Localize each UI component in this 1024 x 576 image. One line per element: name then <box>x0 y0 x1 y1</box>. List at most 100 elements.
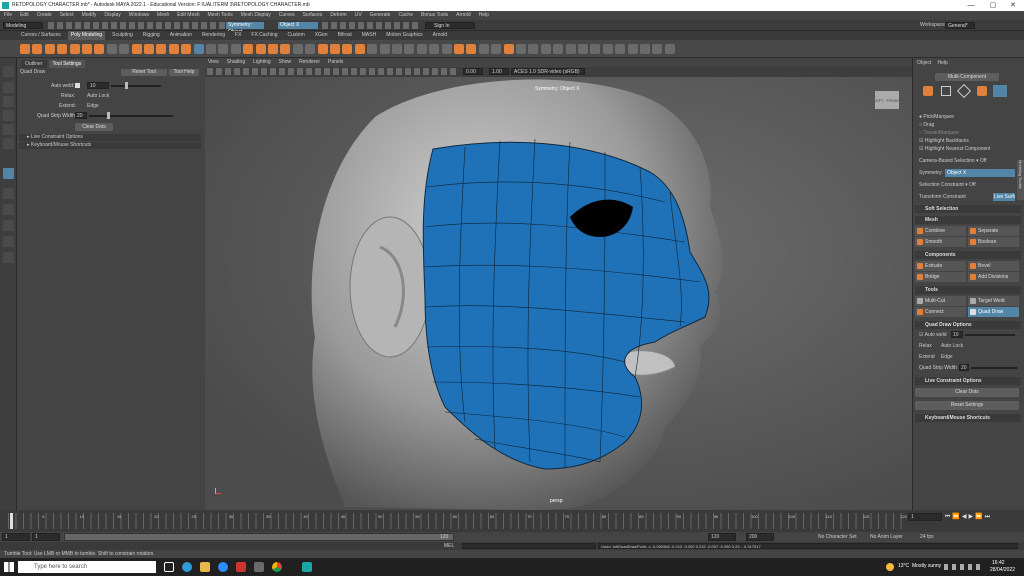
menu-deform[interactable]: Deform <box>330 11 346 20</box>
drag-option[interactable]: ○ Drag <box>919 122 934 129</box>
transform-constraint-dropdown[interactable]: Live Surface <box>993 193 1015 201</box>
menu-create[interactable]: Create <box>37 11 52 20</box>
time-slider[interactable]: 5 10 15 20 25 30 35 40 45 50 55 60 65 70 75 80 85 90 95 100… <box>0 510 1024 532</box>
workspace-dropdown[interactable]: General* <box>945 22 975 29</box>
current-frame-field[interactable]: 1 <box>908 513 942 521</box>
extend-dropdown[interactable]: Edge <box>87 103 99 110</box>
shelf-tool-icon[interactable] <box>652 44 663 54</box>
exposure-field[interactable]: 0.00 <box>463 68 483 75</box>
combine-button[interactable]: Combine <box>915 226 966 236</box>
auto-weld-slider-r[interactable] <box>965 334 1015 336</box>
symmetry-dropdown[interactable]: Symmetry: Object <box>226 22 264 35</box>
shelf-tool-icon[interactable] <box>255 44 266 54</box>
auto-weld-field-r[interactable]: 10 <box>951 331 963 338</box>
layout-four-icon[interactable] <box>3 204 14 215</box>
relax-dropdown[interactable]: Auto Lock <box>87 93 109 100</box>
outliner-icon[interactable] <box>3 236 14 247</box>
shelf-tab-mash[interactable]: MASH <box>359 31 379 40</box>
edge-mode-icon[interactable] <box>956 83 972 99</box>
shelf-tab-motion-graphics[interactable]: Motion Graphics <box>383 31 425 40</box>
shelf-tool-icon[interactable] <box>602 44 613 54</box>
shelf-tool-icon[interactable] <box>416 44 427 54</box>
chrome-icon[interactable] <box>272 562 282 572</box>
quad-draw-button[interactable]: Quad Draw <box>968 307 1019 317</box>
object-mode-icon[interactable] <box>923 86 933 96</box>
shelf-tool-icon[interactable] <box>156 44 167 54</box>
shelf-tool-icon[interactable] <box>392 44 402 54</box>
shelf-tab-arnold[interactable]: Arnold <box>430 31 450 40</box>
shelf-tab-rigging[interactable]: Rigging <box>140 31 163 40</box>
quad-strip-field-r[interactable]: 20 <box>959 364 969 371</box>
reset-settings-button[interactable]: Reset Settings <box>915 401 1019 410</box>
symmetry-dropdown-r[interactable]: Object X <box>945 169 1015 177</box>
menu-mesh-tools[interactable]: Mesh Tools <box>208 11 233 20</box>
live-constraint-section-r[interactable]: Live Constraint Options <box>915 377 1021 385</box>
tab-object[interactable]: Object <box>917 60 931 66</box>
shelf-tool-icon[interactable] <box>330 44 340 54</box>
maximize-button[interactable]: ▢ <box>982 0 1004 11</box>
file-explorer-icon[interactable] <box>200 562 210 572</box>
menu-windows[interactable]: Windows <box>129 11 149 20</box>
anim-layer-dropdown[interactable]: No Anim Layer <box>870 534 903 541</box>
shelf-tool-icon[interactable] <box>82 44 92 54</box>
modeling-toolkit-side-tab[interactable]: Modeling Toolkit <box>1017 160 1024 200</box>
start-frame-field[interactable]: 1 <box>2 533 30 541</box>
bevel-button[interactable]: Bevel <box>968 261 1019 271</box>
shelf-tool-icon[interactable] <box>640 44 650 54</box>
clear-dots-button-r[interactable]: Clear Dots <box>915 388 1019 397</box>
minimize-button[interactable]: — <box>960 0 982 11</box>
menu-mesh[interactable]: Mesh <box>157 11 169 20</box>
scale-tool-icon[interactable] <box>3 138 14 149</box>
shelf-tool-icon[interactable] <box>119 44 130 54</box>
menu-bonus-tools[interactable]: Bonus Tools <box>421 11 448 20</box>
shelf-tool-icon[interactable] <box>441 44 452 54</box>
tool-help-button[interactable]: Tool Help <box>169 69 199 76</box>
auto-weld-checkbox[interactable] <box>75 83 80 88</box>
separate-button[interactable]: Separate <box>968 226 1019 236</box>
viewport-menu-lighting[interactable]: Lighting <box>253 58 271 67</box>
quad-strip-slider[interactable] <box>89 115 173 117</box>
shelf-tool-icon[interactable] <box>292 44 303 54</box>
live-constraint-section[interactable]: ▸ Live Constraint Options <box>19 134 201 141</box>
shelf-tool-icon[interactable] <box>193 44 204 54</box>
shelf-tool-icon[interactable] <box>491 44 502 54</box>
task-view-icon[interactable] <box>164 562 174 572</box>
menu-surfaces[interactable]: Surfaces <box>303 11 323 20</box>
current-frame-marker[interactable] <box>10 513 13 529</box>
menu-cache[interactable]: Cache <box>399 11 413 20</box>
close-button[interactable]: ✕ <box>1002 0 1024 11</box>
shelf-tool-icon[interactable] <box>590 44 601 54</box>
shelf-tool-icon[interactable] <box>317 44 328 54</box>
move-tool-icon[interactable] <box>3 110 14 121</box>
playback-controls[interactable]: ⏮⏪◀▶⏩⏭ <box>945 513 1021 521</box>
face-mode-icon[interactable] <box>977 86 987 96</box>
shelf-tool-icon[interactable] <box>379 44 390 54</box>
quad-draw-tool-icon[interactable] <box>3 168 14 179</box>
shelf-tool-icon[interactable] <box>540 44 551 54</box>
viewport-menu-shading[interactable]: Shading <box>227 58 245 67</box>
shelf-tab-poly-modeling[interactable]: Poly Modeling <box>67 31 106 40</box>
multi-cut-button[interactable]: Multi-Cut <box>915 296 966 306</box>
shelf-tab-curves-surfaces[interactable]: Curves / Surfaces <box>18 31 64 40</box>
shelf-tool-icon[interactable] <box>516 44 526 54</box>
highlight-nearest-checkbox[interactable]: ☑ Highlight Nearest Component <box>919 146 990 153</box>
shelf-tool-icon[interactable] <box>69 44 80 54</box>
script-lang-label[interactable]: MEL <box>444 543 454 549</box>
shelf-tool-icon[interactable] <box>503 44 514 54</box>
multi-mode-icon[interactable] <box>993 85 1007 97</box>
selection-constraint-row[interactable]: Selection Constraint ▾ Off <box>919 182 976 189</box>
taskbar-search[interactable]: Type here to search <box>18 561 156 573</box>
layout-two-icon[interactable] <box>3 220 14 231</box>
viewport-menu-show[interactable]: Show <box>279 58 292 67</box>
keyboard-shortcuts-section[interactable]: ▸ Keyboard/Mouse Shortcuts <box>19 142 201 149</box>
clear-dots-button[interactable]: Clear Dots <box>75 123 113 131</box>
shelf-tool-icon[interactable] <box>627 44 638 54</box>
menu-modify[interactable]: Modify <box>82 11 97 20</box>
menu-arnold[interactable]: Arnold <box>456 11 470 20</box>
shelf-tool-icon[interactable] <box>553 44 564 54</box>
shelf-tab-rendering[interactable]: Rendering <box>199 31 228 40</box>
shelf-tool-icon[interactable] <box>578 44 588 54</box>
extend-dropdown-r[interactable]: Edge <box>941 354 953 361</box>
quad-draw-options-section[interactable]: Quad Draw Options <box>915 321 1021 329</box>
shelf-tool-icon[interactable] <box>20 44 30 54</box>
